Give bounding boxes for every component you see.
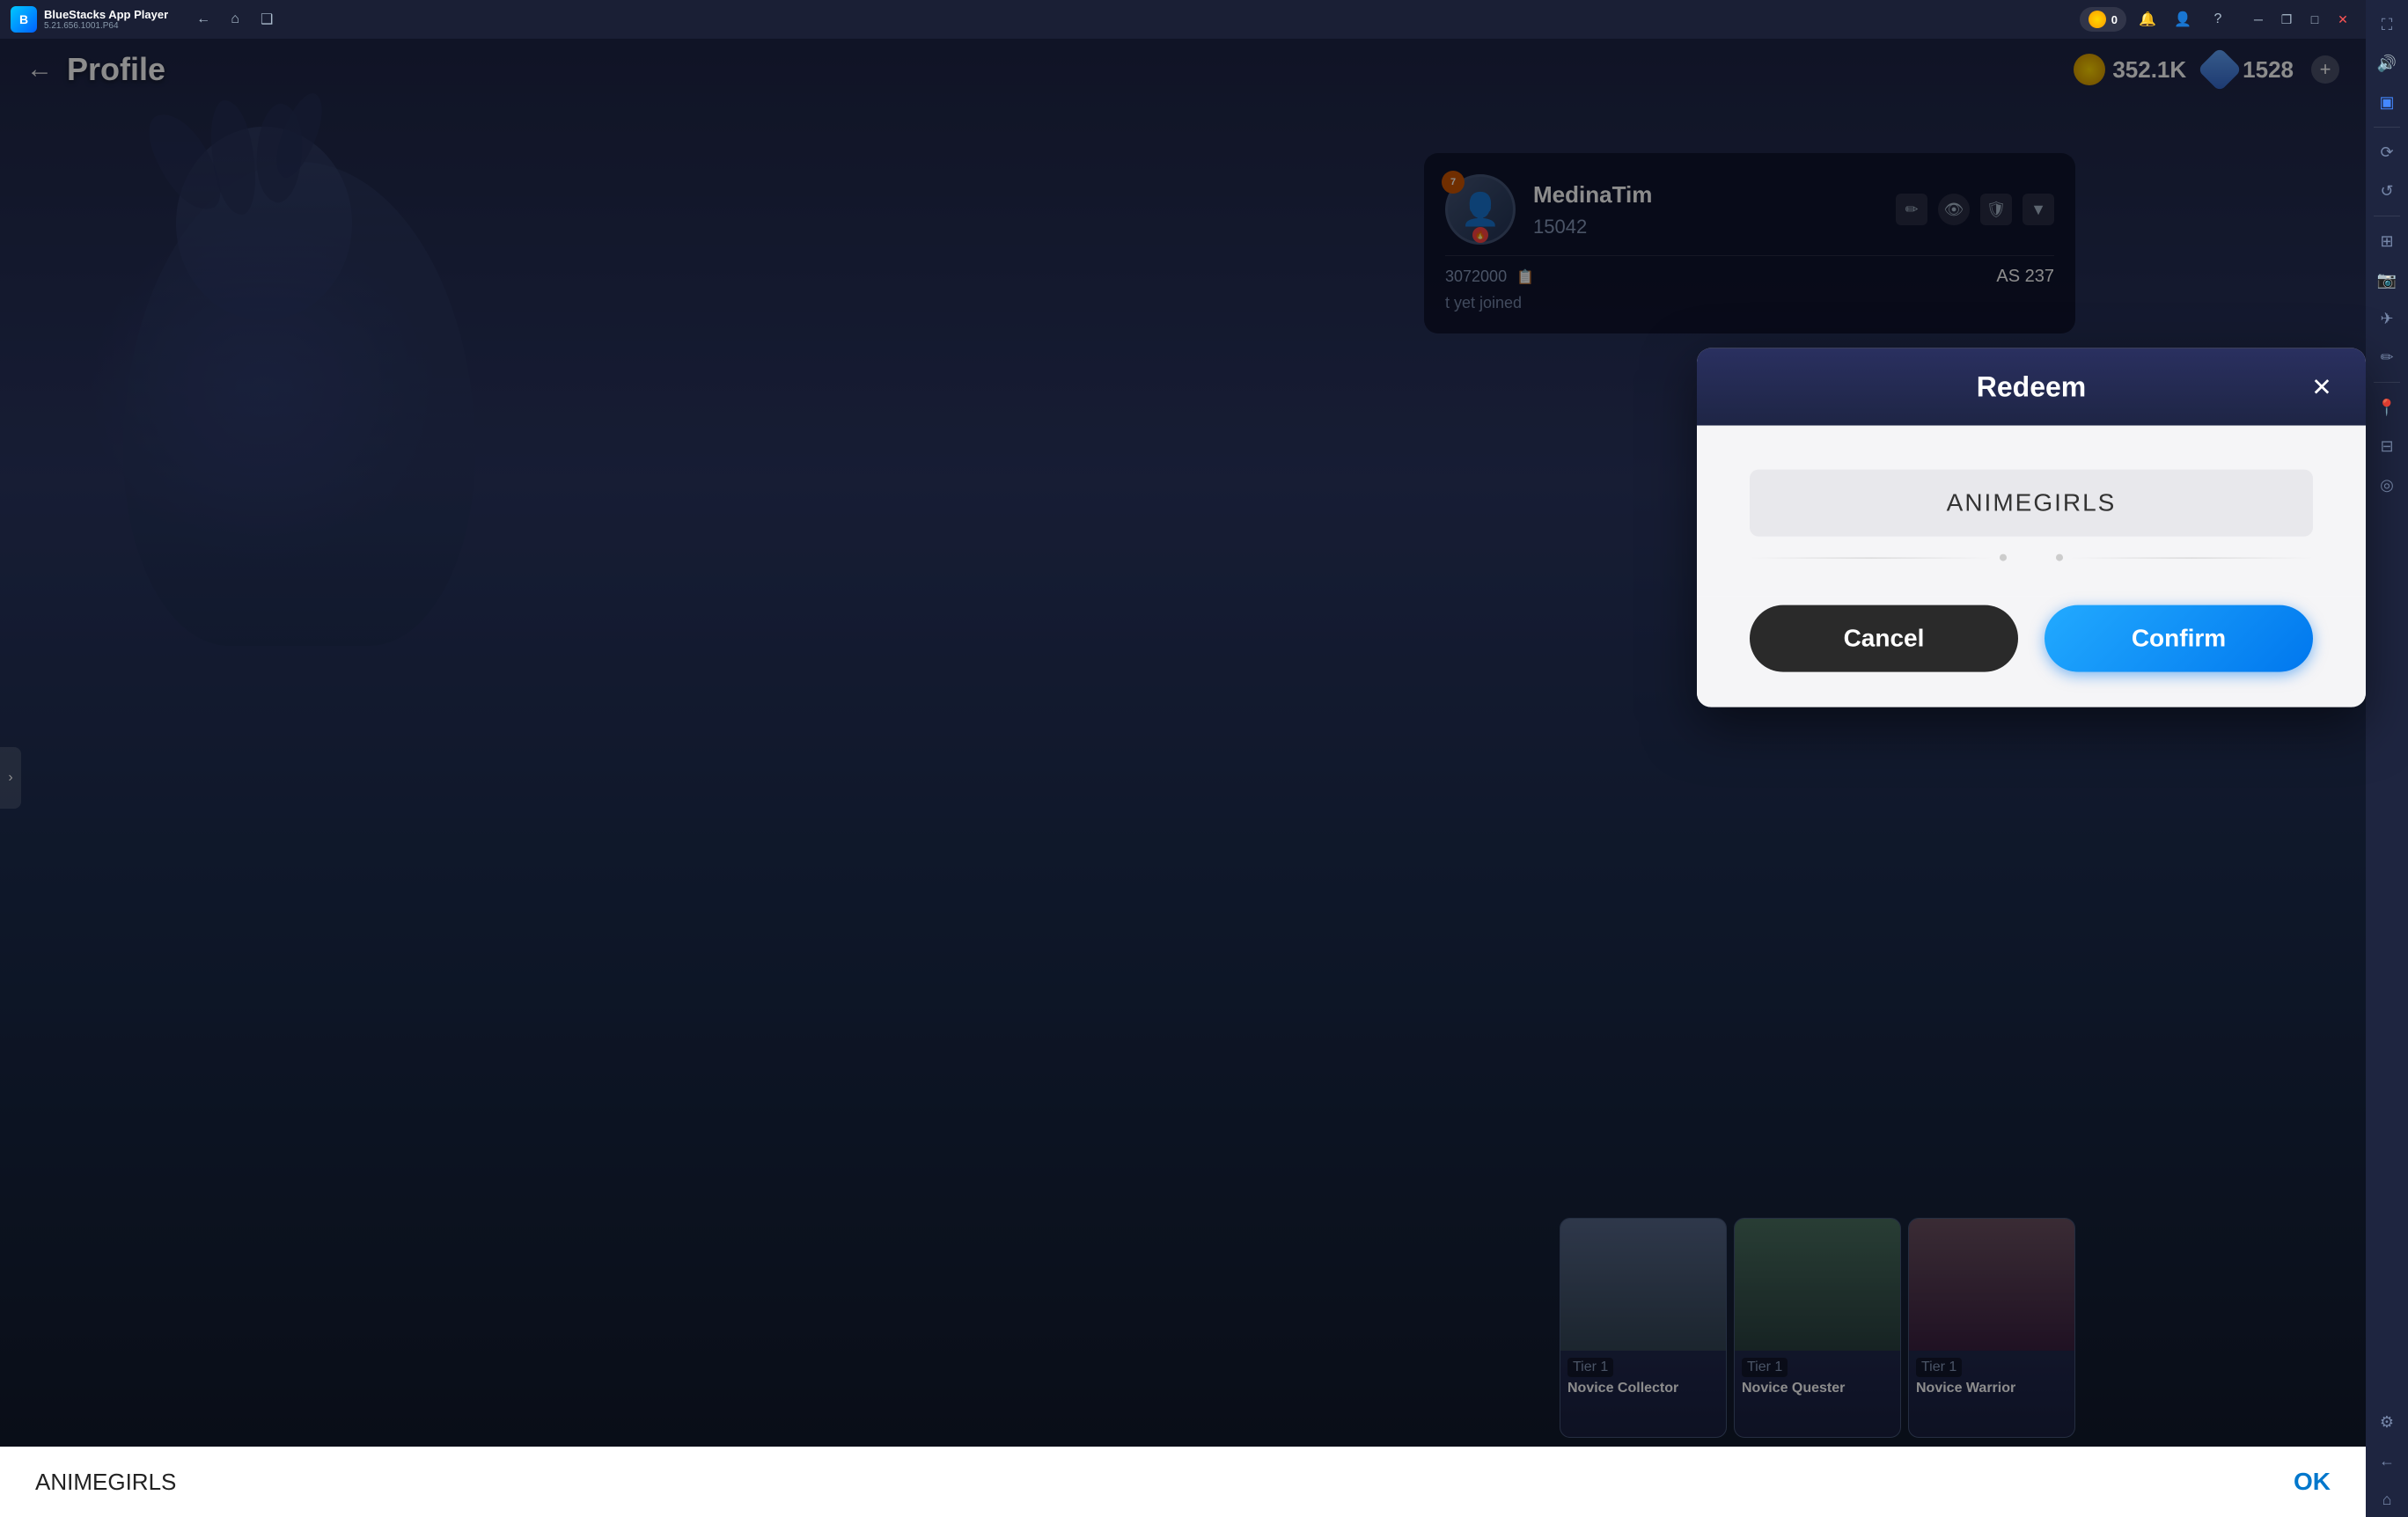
topbar-nav: ← ⌂ ❑	[189, 5, 281, 33]
coin-count: 0	[2111, 13, 2118, 26]
location-icon[interactable]: 📍	[2369, 390, 2404, 425]
dialog-close-button[interactable]: ✕	[2304, 370, 2339, 405]
edit-icon[interactable]: ✏	[2369, 340, 2404, 375]
dialog-footer: Cancel Confirm	[1697, 597, 2366, 707]
home-sidebar-icon[interactable]: ⌂	[2369, 1482, 2404, 1517]
close-button[interactable]: ✕	[2331, 7, 2355, 32]
controller-icon[interactable]: ⊞	[2369, 224, 2404, 259]
restore-button[interactable]: □	[2302, 7, 2327, 32]
divider-line-left	[1750, 557, 1993, 558]
radar-icon[interactable]: ◎	[2369, 467, 2404, 502]
dialog-title: Redeem	[1758, 370, 2304, 403]
flight-icon[interactable]: ✈	[2369, 301, 2404, 336]
right-sidebar: ⛶ 🔊 ▣ ⟳ ↺ ⊞ 📷 ✈ ✏ 📍 ⊟ ◎ ⚙ ← ⌂	[2366, 0, 2408, 1517]
redeem-code-input[interactable]	[1750, 470, 2313, 537]
rotate-icon[interactable]: ⟳	[2369, 135, 2404, 170]
divider-dot-left	[2000, 554, 2007, 561]
topbar: B BlueStacks App Player 5.21.656.1001.P6…	[0, 0, 2366, 39]
home-button[interactable]: ⌂	[221, 5, 249, 33]
app-name: BlueStacks App Player	[44, 8, 168, 21]
account-button[interactable]: 👤	[2169, 5, 2197, 33]
dialog-divider	[1750, 537, 2313, 570]
refresh-icon[interactable]: ↺	[2369, 173, 2404, 209]
dialog-header: Redeem ✕	[1697, 348, 2366, 426]
bluestacks-logo: B	[11, 6, 37, 33]
dialog-overlay	[0, 39, 2366, 1517]
notification-button[interactable]: 🔔	[2133, 5, 2162, 33]
ok-button[interactable]: OK	[2294, 1468, 2331, 1496]
minimize-button[interactable]: ─	[2246, 7, 2271, 32]
redeem-dialog: Redeem ✕ Cancel Confirm	[1697, 348, 2366, 707]
help-button[interactable]: ?	[2204, 5, 2232, 33]
volume-icon[interactable]: 🔊	[2369, 46, 2404, 81]
maximize-button[interactable]: ❐	[2274, 7, 2299, 32]
fullscreen-icon[interactable]: ⛶	[2369, 7, 2404, 42]
app-name-area: BlueStacks App Player 5.21.656.1001.P64	[44, 8, 168, 31]
sidebar-divider-1	[2374, 127, 2400, 128]
multi-instance-button[interactable]: ❑	[253, 5, 281, 33]
sidebar-divider-3	[2374, 382, 2400, 383]
bottom-input-text: ANIMEGIRLS	[35, 1469, 2294, 1496]
coin-badge: 0	[2080, 7, 2126, 32]
confirm-button[interactable]: Confirm	[2045, 605, 2313, 672]
coin-icon	[2089, 11, 2106, 28]
window-mode-icon[interactable]: ▣	[2369, 84, 2404, 120]
topbar-right: 0 🔔 👤 ? ─ ❐ □ ✕	[2080, 5, 2355, 33]
cancel-button[interactable]: Cancel	[1750, 605, 2018, 672]
divider-line-right	[2070, 557, 2313, 558]
settings-icon[interactable]: ⚙	[2369, 1404, 2404, 1440]
layers-icon[interactable]: ⊟	[2369, 429, 2404, 464]
back-sidebar-icon[interactable]: ←	[2369, 1443, 2404, 1478]
app-version: 5.21.656.1001.P64	[44, 21, 168, 31]
window-controls: ─ ❐ □ ✕	[2246, 7, 2355, 32]
dialog-body	[1697, 426, 2366, 597]
divider-dot-right	[2056, 554, 2063, 561]
screenshot-icon[interactable]: 📷	[2369, 262, 2404, 297]
bottom-bar: ANIMEGIRLS OK	[0, 1447, 2366, 1517]
back-button[interactable]: ←	[189, 5, 217, 33]
